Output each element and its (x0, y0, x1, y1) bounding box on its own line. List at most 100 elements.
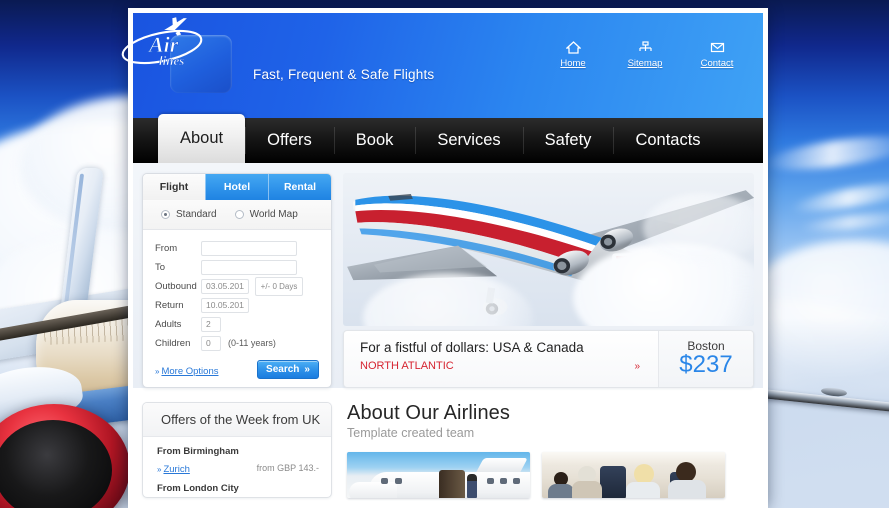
chevron-right-icon[interactable]: » (634, 361, 639, 372)
children-age-hint: (0-11 years) (228, 338, 276, 348)
field-row-from: From (155, 240, 319, 256)
field-row-to: To (155, 259, 319, 275)
booking-tabs: Flight Hotel Rental (143, 174, 331, 200)
hero-section: Flight Hotel Rental Standard World Map F… (133, 163, 763, 388)
promo-region-label: NORTH ATLANTIC (360, 360, 454, 372)
radio-dot-icon (234, 210, 244, 219)
passenger-body (668, 480, 706, 498)
site-tagline: Fast, Frequent & Safe Flights (253, 67, 435, 82)
children-input[interactable] (201, 335, 221, 351)
lower-section: Offers of the Week from UK From Birmingh… (133, 388, 763, 498)
nav-item-offers[interactable]: Offers (245, 118, 334, 163)
offer-destination-row: » Zurich from GBP 143.- (157, 459, 319, 477)
from-input[interactable] (201, 240, 297, 256)
tab-rental[interactable]: Rental (268, 174, 331, 200)
nav-item-contacts[interactable]: Contacts (613, 118, 722, 163)
field-row-children: Children (0-11 years) (155, 335, 319, 351)
field-row-outbound: Outbound +/- 0 Days (155, 276, 319, 296)
utility-link-home[interactable]: Home (549, 41, 597, 69)
passenger-head (676, 462, 696, 482)
to-input[interactable] (201, 259, 297, 275)
nav-item-about[interactable]: About (158, 114, 246, 163)
search-button[interactable]: Search » (257, 360, 319, 379)
radio-world-map[interactable]: World Map (234, 209, 298, 220)
label-children: Children (155, 337, 191, 349)
cabin-ceiling (542, 452, 725, 466)
offer-price: from GBP 143.- (256, 463, 319, 473)
offer-origin: From London City (157, 483, 239, 494)
jet-window (487, 478, 494, 484)
promo-price: $237 (679, 351, 733, 379)
svg-text:lines: lines (159, 53, 184, 68)
site-header: Air lines Fast, Frequent & Safe Flights … (121, 13, 763, 118)
adults-input[interactable] (201, 316, 221, 332)
radio-label: Standard (176, 209, 217, 220)
main-navigation: About Offers Book Services Safety Contac… (133, 114, 763, 163)
label-return: Return (155, 299, 184, 311)
jet-window (513, 478, 520, 484)
label-to: To (155, 261, 166, 273)
tab-flight[interactable]: Flight (143, 174, 205, 200)
airlines-logo-icon: Air lines (121, 17, 203, 68)
offer-destination-label: Zurich (163, 464, 190, 475)
more-options-link[interactable]: » More Options (155, 361, 218, 379)
tab-hotel[interactable]: Hotel (205, 174, 268, 200)
offer-item: From Birmingham » Zurich from GBP 143.- (157, 446, 319, 477)
passenger-body (572, 481, 602, 498)
label-adults: Adults (155, 318, 182, 330)
about-section: About Our Airlines Template created team (344, 402, 754, 498)
flex-days-selector[interactable]: +/- 0 Days (255, 276, 303, 296)
hero-airplane-photo (343, 173, 754, 326)
chevron-right-icon: » (155, 366, 160, 376)
more-options-label: More Options (161, 365, 219, 377)
label-from: From (155, 242, 178, 254)
chevron-right-icon: » (304, 364, 310, 375)
promo-banner[interactable]: For a fistful of dollars: USA & Canada N… (343, 330, 754, 388)
person-silhouette (467, 474, 477, 498)
home-icon (549, 41, 597, 55)
utility-link-label: Home (560, 58, 586, 69)
booking-form: From To Outbound +/- 0 Days Return (143, 230, 331, 387)
thumbnail-cabin-passengers[interactable] (542, 452, 725, 498)
thumbnail-business-jet[interactable] (347, 452, 530, 498)
offer-origin: From Birmingham (157, 446, 239, 457)
chevron-right-icon: » (157, 465, 162, 474)
field-row-return: Return (155, 297, 319, 313)
offer-item: From London City (157, 483, 319, 494)
mail-icon (693, 41, 741, 55)
page-container: Air lines Fast, Frequent & Safe Flights … (121, 8, 768, 508)
utility-link-contact[interactable]: Contact (693, 41, 741, 69)
about-heading: About Our Airlines (347, 402, 510, 424)
sitemap-icon (621, 41, 669, 55)
passenger-body (548, 484, 574, 498)
jet-window (500, 478, 507, 484)
utility-nav: Home Sitemap Contact (549, 41, 741, 69)
jet-window (395, 478, 402, 484)
return-date-input[interactable] (201, 297, 249, 313)
booking-mode-radios: Standard World Map (143, 200, 331, 230)
page-inner: Air lines Fast, Frequent & Safe Flights … (121, 13, 763, 498)
promo-text-block: For a fistful of dollars: USA & Canada N… (344, 331, 658, 387)
utility-link-sitemap[interactable]: Sitemap (621, 41, 669, 69)
offers-panel: Offers of the Week from UK From Birmingh… (142, 402, 332, 498)
nav-item-book[interactable]: Book (333, 118, 416, 163)
utility-link-label: Sitemap (627, 58, 663, 69)
jet-nose (349, 482, 397, 498)
offers-list: From Birmingham » Zurich from GBP 143.- F… (143, 437, 331, 494)
passenger-head (634, 464, 654, 484)
radio-label: World Map (249, 209, 298, 220)
field-row-adults: Adults (155, 316, 319, 332)
promo-sub-row: NORTH ATLANTIC » (360, 360, 644, 372)
radio-standard[interactable]: Standard (161, 209, 217, 220)
offers-heading: Offers of the Week from UK (143, 403, 331, 437)
nav-item-services[interactable]: Services (415, 118, 522, 163)
nav-item-safety[interactable]: Safety (522, 118, 614, 163)
label-outbound: Outbound (155, 280, 197, 292)
outbound-date-input[interactable] (201, 278, 249, 294)
booking-widget: Flight Hotel Rental Standard World Map F… (142, 173, 332, 388)
cloud (643, 193, 754, 263)
promo-title: For a fistful of dollars: USA & Canada (360, 340, 584, 355)
promo-price-block: Boston $237 (658, 331, 753, 387)
jet-door (439, 470, 465, 498)
offer-destination-link[interactable]: » Zurich (157, 459, 190, 477)
